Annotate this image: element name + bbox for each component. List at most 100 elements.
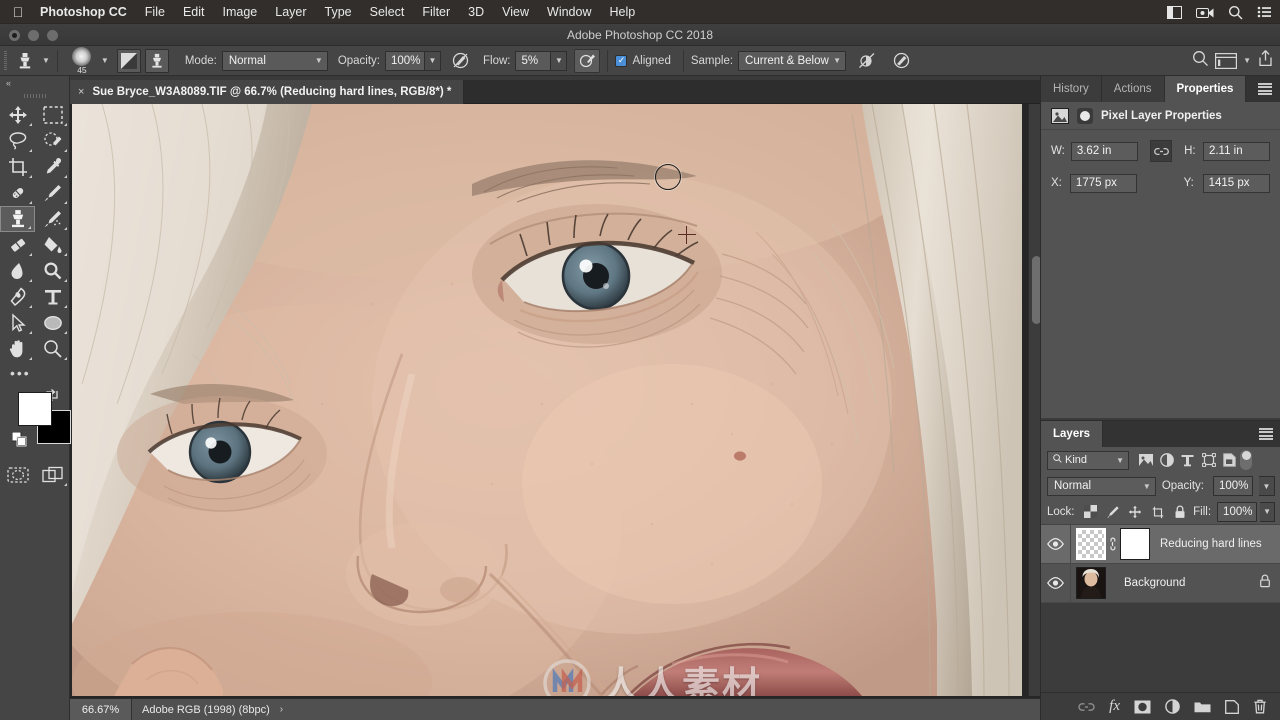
link-layers-icon[interactable] (1078, 702, 1095, 712)
filter-adjustment-icon[interactable] (1156, 450, 1177, 470)
new-layer-icon[interactable] (1225, 699, 1239, 714)
toggle-clone-source-panel-icon[interactable] (144, 48, 169, 73)
zoom-level-input[interactable]: 66.67% (70, 698, 132, 720)
quick-selection-tool[interactable] (35, 128, 70, 154)
brush-tool[interactable] (35, 180, 70, 206)
menu-view[interactable]: View (493, 0, 538, 24)
canvas-area[interactable]: 人人素材 (70, 104, 1042, 720)
tab-history[interactable]: History (1041, 76, 1102, 102)
ellipse-shape-tool[interactable] (35, 310, 70, 336)
aligned-checkbox[interactable]: ✓ (615, 54, 628, 67)
flow-input[interactable]: 5% (515, 50, 552, 71)
delete-layer-icon[interactable] (1253, 699, 1267, 714)
layer-blend-mode-select[interactable]: Normal ▼ (1047, 476, 1156, 496)
ignore-adjustment-layers-icon[interactable] (854, 49, 880, 73)
document-image[interactable]: 人人素材 (72, 104, 1022, 696)
airbrush-icon[interactable] (574, 48, 601, 73)
clone-stamp-tool[interactable] (0, 206, 35, 232)
menu-window[interactable]: Window (538, 0, 600, 24)
new-group-icon[interactable] (1194, 700, 1211, 713)
layer-mask-thumbnail[interactable] (1120, 528, 1150, 560)
menu-photoshop-cc[interactable]: Photoshop CC (36, 0, 136, 24)
dodge-tool[interactable] (35, 258, 70, 284)
crop-tool[interactable] (0, 154, 35, 180)
menu-file[interactable]: File (136, 0, 174, 24)
status-menu-arrow-icon[interactable]: › (280, 704, 283, 715)
opacity-input[interactable]: 100% (385, 50, 425, 71)
lock-position-icon[interactable] (1126, 502, 1146, 522)
lock-image-pixels-icon[interactable] (1103, 502, 1123, 522)
foreground-color-swatch[interactable] (18, 392, 52, 426)
healing-brush-tool[interactable] (0, 180, 35, 206)
lock-artboard-icon[interactable] (1148, 502, 1168, 522)
tool-preset-chevron-down-icon[interactable]: ▼ (42, 56, 50, 65)
panel-menu-icon[interactable] (1259, 428, 1273, 440)
screen-record-icon[interactable] (1196, 6, 1214, 19)
gradient-paint-bucket-tool[interactable] (35, 232, 70, 258)
lock-transparent-pixels-icon[interactable] (1081, 502, 1101, 522)
hand-tool[interactable] (0, 336, 35, 362)
menu-edit[interactable]: Edit (174, 0, 214, 24)
layer-name[interactable]: Background (1124, 577, 1259, 589)
width-input[interactable]: 3.62 in (1070, 141, 1138, 161)
type-tool[interactable] (35, 284, 70, 310)
opacity-chevron-down-icon[interactable]: ▼ (425, 50, 441, 71)
filter-pixel-icon[interactable] (1135, 450, 1156, 470)
layer-name[interactable]: Reducing hard lines (1160, 538, 1280, 550)
menu-image[interactable]: Image (214, 0, 267, 24)
minimize-button[interactable] (28, 30, 39, 41)
brush-preset-chevron-down-icon[interactable]: ▼ (101, 56, 109, 65)
menu-filter[interactable]: Filter (413, 0, 459, 24)
toggle-brush-panel-icon[interactable] (116, 48, 141, 73)
pen-tool[interactable] (0, 284, 35, 310)
workspace-icon[interactable]: ▼ (1215, 52, 1251, 69)
x-input[interactable]: 1775 px (1069, 173, 1138, 193)
screen-mode-icon[interactable] (35, 462, 70, 488)
history-brush-tool[interactable] (35, 206, 70, 232)
document-tab[interactable]: × Sue Bryce_W3A8089.TIF @ 66.7% (Reducin… (70, 80, 465, 104)
link-mask-icon[interactable] (1106, 537, 1118, 551)
filter-kind-select[interactable]: Kind ▼ (1047, 450, 1129, 470)
tab-actions[interactable]: Actions (1101, 76, 1165, 102)
tab-properties[interactable]: Properties (1164, 76, 1247, 102)
blur-tool[interactable] (0, 258, 35, 284)
layer-row-reducing-hard-lines[interactable]: Reducing hard lines (1041, 524, 1280, 564)
spotlight-search-icon[interactable] (1228, 5, 1243, 20)
blend-mode-select[interactable]: Normal ▼ (221, 50, 328, 71)
flow-chevron-down-icon[interactable]: ▼ (551, 50, 568, 71)
control-center-icon[interactable] (1257, 6, 1272, 18)
layer-style-fx-icon[interactable]: fx (1109, 698, 1120, 715)
menu-layer[interactable]: Layer (266, 0, 315, 24)
layer-opacity-chevron-down-icon[interactable]: ▼ (1259, 476, 1275, 496)
document-info[interactable]: Adobe RGB (1998) (8bpc) › (132, 698, 1042, 720)
layer-visibility-toggle[interactable] (1041, 524, 1071, 564)
move-tool[interactable] (0, 102, 35, 128)
layer-thumbnail[interactable] (1076, 528, 1106, 560)
zoom-button[interactable] (47, 30, 58, 41)
panel-layout-icon[interactable] (1167, 5, 1182, 19)
share-icon[interactable] (1257, 49, 1274, 72)
layer-row-background[interactable]: Background (1041, 563, 1280, 603)
filter-smart-object-icon[interactable] (1219, 450, 1240, 470)
lock-all-icon[interactable] (1171, 502, 1191, 522)
layer-fill-chevron-down-icon[interactable]: ▼ (1260, 501, 1275, 522)
filter-shape-icon[interactable] (1198, 450, 1219, 470)
sample-select[interactable]: Current & Below ▼ (738, 50, 847, 71)
rectangular-marquee-tool[interactable] (35, 102, 70, 128)
filter-type-icon[interactable] (1177, 450, 1198, 470)
y-input[interactable]: 1415 px (1202, 173, 1270, 193)
edit-toolbar-more-tools-icon[interactable]: ••• (0, 362, 69, 384)
lasso-tool[interactable] (0, 128, 35, 154)
close-icon[interactable]: × (78, 86, 84, 98)
pressure-controls-size-icon[interactable] (888, 49, 914, 73)
options-bar-grip[interactable] (0, 46, 10, 76)
mask-icon[interactable] (1077, 107, 1093, 124)
default-colors-icon[interactable] (11, 431, 27, 447)
tab-layers[interactable]: Layers (1041, 421, 1104, 447)
layer-fill-input[interactable]: 100% (1217, 501, 1258, 522)
current-tool-preset-clone-stamp-icon[interactable] (10, 49, 40, 73)
height-input[interactable]: 2.11 in (1202, 141, 1270, 161)
path-selection-tool[interactable] (0, 310, 35, 336)
eyedropper-tool[interactable] (35, 154, 70, 180)
add-mask-icon[interactable] (1134, 700, 1151, 714)
